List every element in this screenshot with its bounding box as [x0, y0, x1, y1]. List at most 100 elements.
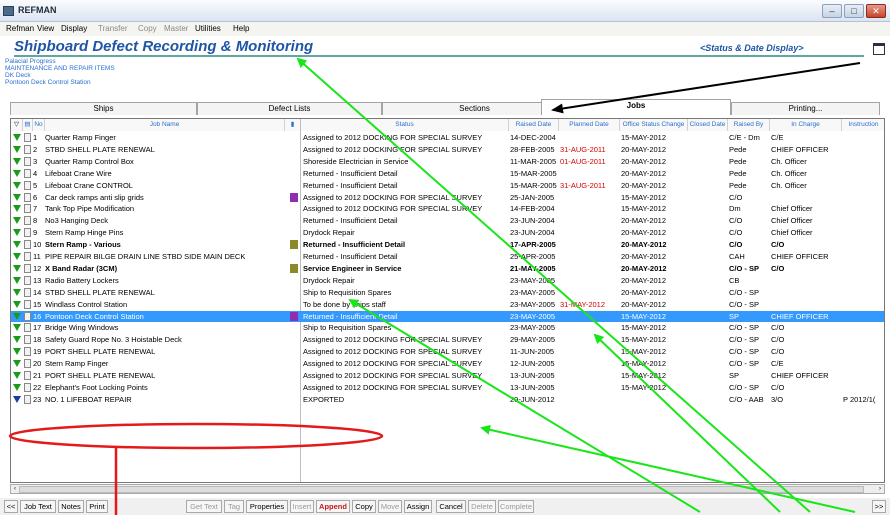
table-row[interactable]: 18 Safety Guard Rope No. 3 Hoistable Deck… — [11, 334, 884, 345]
table-row[interactable]: 8 No3 Hanging Deck Returned - Insufficient… — [11, 215, 884, 226]
document-icon[interactable] — [24, 263, 31, 273]
table-row[interactable]: 2 STBD SHELL PLATE RENEWAL Assigned to 201… — [11, 144, 884, 155]
last-page-button[interactable]: >> — [872, 500, 886, 513]
horizontal-scrollbar[interactable]: ‹ › — [10, 484, 885, 494]
insert-button[interactable]: Insert — [290, 500, 314, 513]
menu-refman[interactable]: Refman — [6, 24, 34, 33]
menu-display[interactable]: Display — [61, 24, 87, 33]
get-text-button[interactable]: Get Text — [186, 500, 222, 513]
assign-button[interactable]: Assign — [404, 500, 432, 513]
document-icon[interactable] — [24, 359, 31, 369]
menu-transfer[interactable]: Transfer — [98, 24, 128, 33]
document-icon[interactable] — [24, 133, 31, 142]
document-icon[interactable] — [24, 311, 31, 321]
tab-ships[interactable]: Ships — [10, 102, 197, 115]
table-row[interactable]: 7 Tank Top Pipe Modification Assigned to 2… — [11, 203, 884, 214]
table-row[interactable]: 13 Radio Battery Lockers Drydock Repair 23-… — [11, 275, 884, 286]
tab-jobs[interactable]: Jobs — [541, 99, 731, 115]
first-page-button[interactable]: << — [4, 500, 18, 513]
document-icon[interactable] — [24, 240, 31, 250]
table-row[interactable]: 5 Lifeboat Crane CONTROL Returned - Insuff… — [11, 180, 884, 191]
tab-sections[interactable]: Sections — [382, 102, 567, 115]
move-button[interactable]: Move — [378, 500, 402, 513]
document-icon[interactable] — [24, 228, 31, 238]
col-planned-date[interactable]: Planned Date — [559, 119, 620, 131]
table-row[interactable]: 11 PIPE REPAIR BILGE DRAIN LINE STBD SIDE… — [11, 251, 884, 262]
document-icon[interactable] — [24, 394, 31, 404]
tab-printing[interactable]: Printing... — [731, 102, 880, 115]
table-row[interactable]: 15 Windlass Control Station To be done by … — [11, 299, 884, 310]
table-row[interactable]: 20 Stern Ramp Finger Assigned to 2012 DOCK… — [11, 358, 884, 369]
window-layout-icon[interactable] — [873, 43, 885, 55]
document-icon[interactable] — [24, 371, 31, 380]
col-office-status-change[interactable]: Office Status Change — [620, 119, 688, 131]
filter-icon[interactable]: ▽ — [11, 119, 23, 131]
document-icon[interactable] — [24, 192, 31, 202]
delete-button[interactable]: Delete — [468, 500, 496, 513]
table-row[interactable]: 1 Quarter Ramp Finger Assigned to 2012 DOC… — [11, 132, 884, 143]
maximize-button[interactable]: □ — [844, 4, 864, 18]
menu-copy[interactable]: Copy — [138, 24, 157, 33]
table-row[interactable]: 23 NO. 1 LIFEBOAT REPAIR EXPORTED 29-JUN-20… — [11, 394, 884, 405]
document-icon[interactable] — [24, 180, 31, 190]
col-raised-by[interactable]: Raised By — [728, 119, 770, 131]
table-row[interactable]: 6 Car deck ramps anti slip grids Assigned … — [11, 192, 884, 203]
properties-button[interactable]: Properties — [246, 500, 288, 513]
document-icon[interactable] — [24, 168, 31, 178]
col-no[interactable]: No — [33, 119, 45, 131]
document-icon[interactable] — [24, 335, 31, 345]
minimize-button[interactable]: – — [822, 4, 842, 18]
document-icon[interactable] — [24, 323, 31, 333]
document-icon[interactable] — [24, 144, 31, 154]
document-icon[interactable] — [24, 299, 31, 309]
document-icon[interactable] — [24, 216, 31, 226]
document-icon[interactable] — [24, 275, 31, 285]
job-text-button[interactable]: Job Text — [20, 500, 56, 513]
table-row[interactable]: 3 Quarter Ramp Control Box Shoreside Elect… — [11, 156, 884, 167]
notes-button[interactable]: Notes — [58, 500, 84, 513]
col-raised-date[interactable]: Raised Date — [509, 119, 559, 131]
close-button[interactable]: ✕ — [866, 4, 886, 18]
table-row[interactable]: 21 PORT SHELL PLATE RENEWAL Assigned to 20… — [11, 370, 884, 381]
flag-icon[interactable] — [290, 240, 298, 250]
menu-utilities[interactable]: Utilities — [195, 24, 221, 33]
table-row[interactable]: 19 PORT SHELL PLATE RENEWAL Assigned to 20… — [11, 346, 884, 357]
col-closed-date[interactable]: Closed Date — [688, 119, 728, 131]
breadcrumb-ship[interactable]: Palacial Progress — [5, 58, 115, 65]
append-button[interactable]: Append — [316, 500, 350, 513]
flag-icon[interactable] — [290, 192, 298, 202]
table-row[interactable]: 22 Elephant's Foot Locking Points Assigned… — [11, 382, 884, 393]
print-button[interactable]: Print — [86, 500, 108, 513]
col-instruction[interactable]: Instruction — [842, 119, 884, 131]
complete-button[interactable]: Complete — [498, 500, 534, 513]
table-row[interactable]: 14 STBD SHELL PLATE RENEWAL Ship to Requis… — [11, 287, 884, 298]
menu-master[interactable]: Master — [164, 24, 188, 33]
table-row[interactable]: 4 Lifeboat Crane Wire Returned - Insuffici… — [11, 168, 884, 179]
copy-button[interactable]: Copy — [352, 500, 376, 513]
col-in-charge[interactable]: In Charge — [770, 119, 842, 131]
document-icon[interactable] — [24, 287, 31, 297]
scroll-thumb[interactable] — [19, 486, 864, 493]
scroll-left-button[interactable]: ‹ — [11, 485, 19, 493]
menu-help[interactable]: Help — [233, 24, 249, 33]
scroll-right-button[interactable]: › — [876, 485, 884, 493]
document-icon[interactable] — [24, 252, 31, 261]
tab-defect-lists[interactable]: Defect Lists — [197, 102, 382, 115]
flag-icon[interactable] — [290, 263, 298, 273]
document-icon[interactable] — [24, 204, 31, 214]
table-row[interactable]: 16 Pontoon Deck Control Station Returned -… — [11, 310, 884, 322]
cancel-button[interactable]: Cancel — [436, 500, 466, 513]
table-row[interactable]: 12 X Band Radar (3CM) Service Engineer in … — [11, 263, 884, 274]
tag-button[interactable]: Tag — [224, 500, 244, 513]
document-icon[interactable] — [24, 156, 31, 166]
document-icon[interactable] — [24, 347, 31, 357]
document-icon[interactable] — [24, 382, 31, 392]
status-date-display-link[interactable]: <Status & Date Display> — [700, 43, 804, 53]
col-job-name[interactable]: Job Name — [45, 119, 285, 131]
col-status[interactable]: Status — [301, 119, 509, 131]
menu-view[interactable]: View — [37, 24, 54, 33]
table-row[interactable]: 17 Bridge Wing Windows Ship to Requisition… — [11, 322, 884, 333]
breadcrumb-list[interactable]: MAINTENANCE AND REPAIR ITEMS — [5, 65, 115, 72]
flag-icon[interactable] — [290, 311, 298, 321]
breadcrumb-section[interactable]: DK Deck — [5, 72, 115, 79]
